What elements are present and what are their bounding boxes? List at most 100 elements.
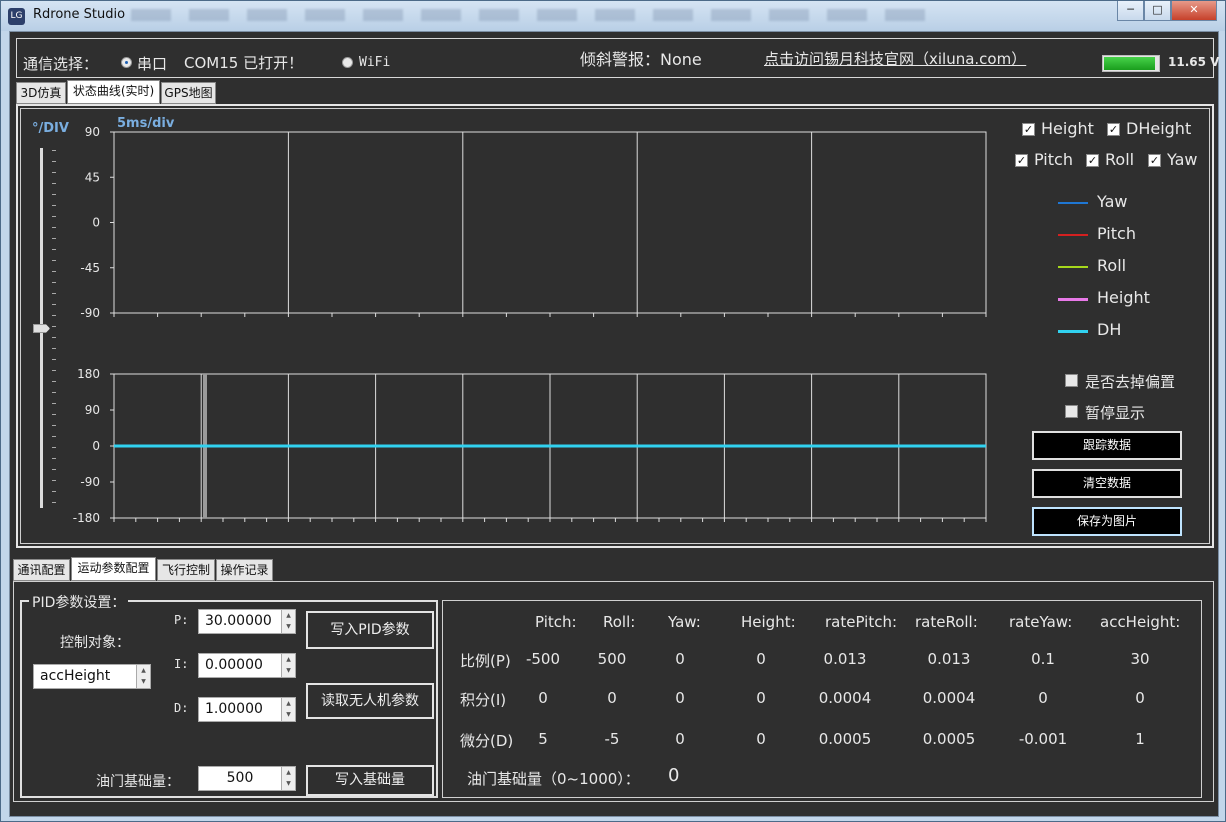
legend-label-dh: DH (1097, 320, 1122, 339)
series-checkbox-height[interactable]: ✓ (1022, 123, 1035, 136)
table-cell: 0.0005 (922, 730, 976, 748)
table-header: Yaw: (668, 613, 701, 631)
table-cell: 0 (1135, 689, 1145, 707)
y-tick-label: -45 (80, 261, 100, 275)
y-tick-label: 90 (85, 125, 100, 139)
legend-label-pitch: Pitch (1097, 224, 1136, 243)
y-tick-label: -180 (73, 511, 100, 525)
control-target-label: 控制对象： (60, 635, 130, 651)
param-table: Pitch: Roll: Yaw: Height: ratePitch: rateRoll… (442, 600, 1202, 798)
series-checkbox-dheight[interactable]: ✓ (1107, 123, 1120, 136)
remove-bias-checkbox[interactable] (1065, 374, 1078, 387)
series-checkbox-yaw[interactable]: ✓ (1148, 154, 1161, 167)
tab-flight-control[interactable]: 飞行控制 (157, 559, 215, 581)
table-header: accHeight: (1100, 613, 1181, 631)
table-header: rateYaw: (1009, 613, 1073, 631)
chart-panel: °/DIV 5ms/div 90 45 0 -45 -90 180 90 0 -90 -180 ✓… (16, 104, 1214, 548)
maximize-button[interactable]: □ (1144, 1, 1171, 21)
series-checkbox-pitch[interactable]: ✓ (1015, 154, 1028, 167)
p-input[interactable]: 30.00000 ▲ ▼ (198, 609, 296, 634)
throttle-base-readout-label: 油门基础量（0~1000）： (467, 770, 640, 788)
voltage-readout: 11.65 V (1168, 55, 1220, 69)
table-cell: 0.013 (927, 650, 971, 668)
series-checkbox-yaw-label: Yaw (1167, 150, 1198, 169)
client-area: 通信选择： 串口 COM15 已打开！ WiFi 倾斜警报：None 点击访问锡… (9, 31, 1219, 817)
table-cell: 5 (538, 730, 548, 748)
tab-comm-config[interactable]: 通讯配置 (13, 559, 70, 581)
minimize-button[interactable]: ─ (1117, 1, 1144, 21)
battery-fill (1104, 57, 1155, 70)
table-cell: 0 (756, 650, 766, 668)
p-label: P: (174, 613, 189, 627)
table-row-label: 积分(I) (460, 691, 507, 709)
tab-3d-sim[interactable]: 3D仿真 (16, 82, 66, 104)
wifi-radio[interactable] (342, 57, 353, 68)
pid-panel: PID参数设置： 控制对象： accHeight ▲ ▼ P: 30.00000 ▲ ▼… (13, 581, 1214, 802)
throttle-base-input[interactable]: 500 ▲ ▼ (198, 766, 296, 791)
legend-swatch-yaw (1058, 202, 1088, 204)
table-header: rateRoll: (915, 613, 978, 631)
write-base-button[interactable]: 写入基础量 (306, 765, 434, 796)
throttle-base-value: 500 (226, 770, 254, 786)
i-input[interactable]: 0.00000 ▲ ▼ (198, 653, 296, 678)
title-bar[interactable]: LG Rdrone Studio ─ □ ✕ (1, 1, 1225, 31)
d-spin-arrows[interactable]: ▲ ▼ (281, 698, 295, 721)
throttle-base-readout: 0 (668, 765, 680, 786)
throttle-spin-arrows[interactable]: ▲ ▼ (281, 767, 295, 790)
table-header: Pitch: (535, 613, 577, 631)
save-image-button[interactable]: 保存为图片 (1032, 507, 1182, 536)
table-header: ratePitch: (825, 613, 898, 631)
pause-display-checkbox[interactable] (1065, 405, 1078, 418)
table-cell: 0 (675, 650, 685, 668)
pid-group-title: PID参数设置： (29, 592, 129, 612)
track-data-button[interactable]: 跟踪数据 (1032, 431, 1182, 460)
d-input[interactable]: 1.00000 ▲ ▼ (198, 697, 296, 722)
legend-swatch-roll (1058, 266, 1088, 268)
tab-gps-map[interactable]: GPS地图 (161, 82, 216, 104)
table-cell: 30 (1130, 650, 1150, 668)
y-tick-label: -90 (80, 475, 100, 489)
y-tick-label: 90 (85, 403, 100, 417)
p-spin-arrows[interactable]: ▲ ▼ (281, 610, 295, 633)
legend-swatch-dh (1058, 330, 1088, 333)
y-tick-label: -90 (80, 306, 100, 320)
legend-label-height: Height (1097, 288, 1150, 307)
serial-label: 串口 (137, 55, 168, 73)
legend-label-yaw: Yaw (1097, 192, 1128, 211)
select-arrows[interactable]: ▲ ▼ (136, 665, 150, 688)
close-button[interactable]: ✕ (1171, 1, 1217, 21)
write-pid-button[interactable]: 写入PID参数 (306, 611, 434, 649)
website-link[interactable]: 点击访问锡月科技官网（xiluna.com） (764, 48, 1026, 69)
table-cell: -500 (525, 650, 561, 668)
wifi-label: WiFi (359, 55, 391, 70)
tab-motion-params[interactable]: 运动参数配置 (71, 557, 156, 581)
table-cell: 0 (538, 689, 548, 707)
i-spin-arrows[interactable]: ▲ ▼ (281, 654, 295, 677)
table-cell: 500 (597, 650, 627, 668)
series-checkbox-pitch-label: Pitch (1034, 150, 1073, 169)
table-row-label: 微分(D) (460, 732, 514, 750)
control-target-value: accHeight (40, 668, 111, 684)
com-status: COM15 已打开！ (184, 54, 304, 72)
y-tick-label: 45 (85, 170, 100, 184)
clear-data-button[interactable]: 清空数据 (1032, 469, 1182, 498)
main-window: LG Rdrone Studio ─ □ ✕ 通信选择： 串口 COM15 已打… (0, 0, 1226, 822)
window-title: Rdrone Studio (33, 7, 126, 22)
tilt-alarm: 倾斜警报：None (580, 50, 702, 69)
table-header: Height: (741, 613, 796, 631)
pause-display-label: 暂停显示 (1085, 404, 1146, 422)
d-label: D: (174, 701, 189, 715)
connection-bar: 通信选择： 串口 COM15 已打开！ WiFi 倾斜警报：None 点击访问锡… (16, 38, 1219, 78)
app-logo-icon: LG (8, 8, 25, 25)
tab-operation-log[interactable]: 操作记录 (216, 559, 273, 581)
table-cell: 0.1 (1031, 650, 1055, 668)
serial-radio[interactable] (121, 57, 132, 68)
read-drone-params-button[interactable]: 读取无人机参数 (306, 683, 434, 719)
table-cell: 0.0005 (818, 730, 872, 748)
series-checkbox-roll[interactable]: ✓ (1086, 154, 1099, 167)
y-tick-label: 0 (92, 439, 100, 453)
table-cell: -5 (604, 730, 620, 748)
control-target-select[interactable]: accHeight ▲ ▼ (33, 664, 151, 689)
table-cell: 0 (1038, 689, 1048, 707)
tab-status-curve[interactable]: 状态曲线(实时) (67, 80, 160, 104)
